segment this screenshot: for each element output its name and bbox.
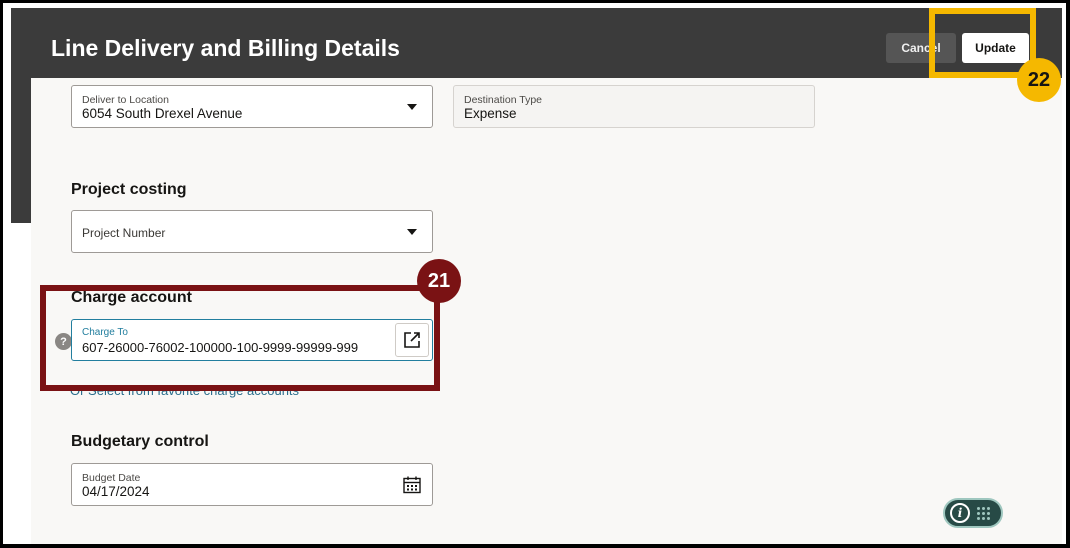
calendar-icon[interactable] xyxy=(402,475,422,495)
info-assistant-button[interactable]: i xyxy=(943,498,1003,528)
info-icon: i xyxy=(950,503,970,523)
destination-type-field: Destination Type Expense xyxy=(453,85,815,128)
deliver-to-location-value: 6054 South Drexel Avenue xyxy=(82,106,243,121)
deliver-to-location-label: Deliver to Location xyxy=(82,94,169,106)
callout-highlight-charge-account xyxy=(40,285,440,391)
callout-step-22-badge: 22 xyxy=(1017,58,1061,102)
app-window: Line Delivery and Billing Details Cancel… xyxy=(3,3,1066,544)
project-number-placeholder: Project Number xyxy=(82,226,166,240)
budget-date-label: Budget Date xyxy=(82,472,141,484)
destination-type-value: Expense xyxy=(464,106,517,121)
project-costing-heading: Project costing xyxy=(71,181,187,198)
budget-date-field[interactable]: Budget Date 04/17/2024 xyxy=(71,463,433,506)
destination-type-label: Destination Type xyxy=(464,94,543,106)
chevron-down-icon[interactable] xyxy=(407,229,417,235)
chevron-down-icon[interactable] xyxy=(407,104,417,110)
budgetary-control-heading: Budgetary control xyxy=(71,433,209,450)
budget-date-value: 04/17/2024 xyxy=(82,484,150,499)
deliver-to-location-select[interactable]: Deliver to Location 6054 South Drexel Av… xyxy=(71,85,433,128)
project-number-select[interactable]: Project Number xyxy=(71,210,433,253)
callout-step-21-badge: 21 xyxy=(417,259,461,303)
page-title: Line Delivery and Billing Details xyxy=(51,35,400,61)
apps-grid-icon xyxy=(977,506,990,520)
